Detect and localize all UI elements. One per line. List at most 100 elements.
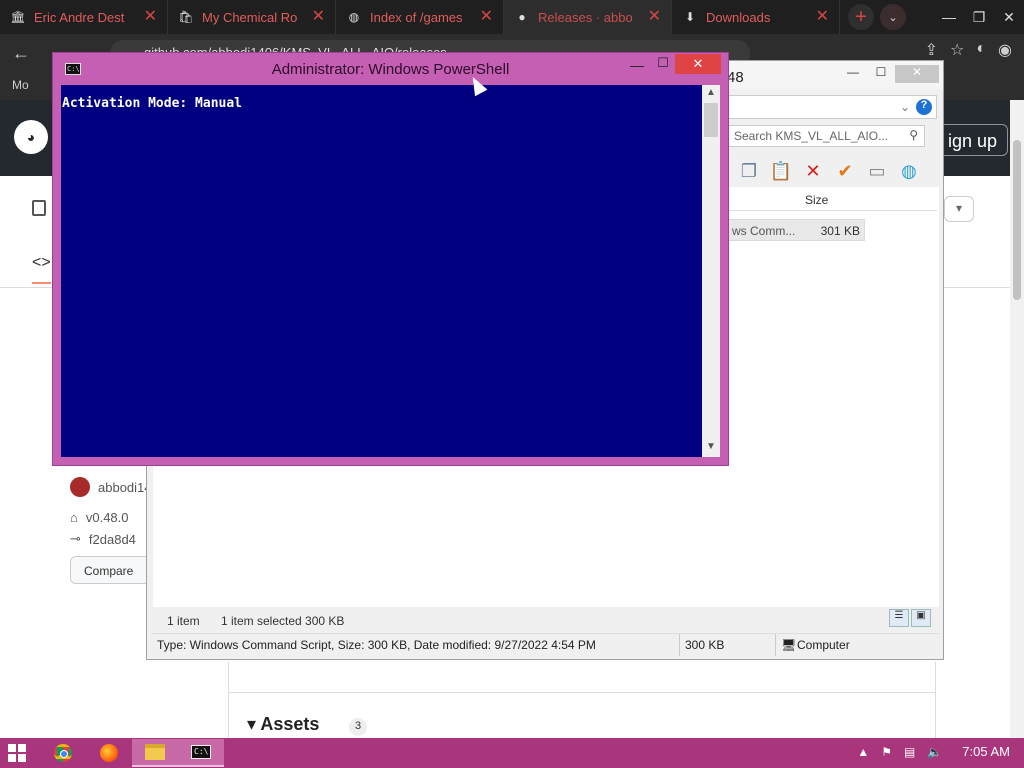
close-tab-icon[interactable]: ✕ — [144, 9, 157, 25]
divider — [775, 634, 776, 656]
tab-title: Releases · abbo — [538, 9, 633, 25]
share-icon[interactable]: ⇪ — [925, 40, 938, 60]
browser-tab-5[interactable]: ⬇ Downloads ✕ — [672, 0, 840, 34]
clock[interactable]: 7:05 AM — [962, 744, 1010, 759]
restore-icon[interactable]: ❐ — [964, 9, 994, 26]
window-controls: ⌄ — ❐ ✕ — [880, 0, 1024, 34]
details-location: Computer — [797, 638, 850, 652]
compare-button[interactable]: Compare — [70, 556, 150, 584]
toolbar-icons: ⇪ ☆ ◐ ◉ — [925, 40, 1012, 60]
close-icon[interactable]: ✕ — [675, 54, 721, 74]
divider — [229, 692, 935, 693]
close-icon[interactable]: ✕ — [994, 9, 1024, 26]
scroll-up-icon[interactable]: ▲ — [702, 87, 720, 101]
powershell-titlebar[interactable]: C:\ Administrator: Windows PowerShell — … — [53, 53, 728, 85]
search-icon[interactable]: ⚲ — [909, 128, 918, 142]
bank-icon: 🏛 — [10, 10, 26, 24]
close-tab-icon[interactable]: ✕ — [648, 9, 661, 25]
search-placeholder: Search KMS_VL_ALL_AIO... — [734, 129, 889, 143]
thumbnail-view-icon[interactable]: ▣ — [911, 609, 931, 627]
browser-tab-2[interactable]: 🛍 My Chemical Ro ✕ — [168, 0, 336, 34]
check-icon[interactable]: ✔ — [833, 159, 857, 183]
properties-icon[interactable]: ▭ — [865, 159, 889, 183]
browser-tab-1[interactable]: 🏛 Eric Andre Dest ✕ — [0, 0, 168, 34]
browser-tab-4[interactable]: ● Releases · abbo ✕ — [504, 0, 672, 34]
chrome-icon — [54, 744, 72, 762]
globe-icon[interactable]: ◍ — [897, 159, 921, 183]
taskbar-file-explorer[interactable] — [132, 739, 178, 767]
taskbar-powershell[interactable]: C:\ — [178, 739, 224, 767]
back-arrow-icon[interactable]: ← — [12, 43, 40, 64]
scroll-down-icon[interactable]: ▼ — [702, 441, 720, 455]
sign-up-button[interactable]: ign up — [936, 124, 1008, 156]
extension-icon[interactable]: ◐ — [976, 40, 986, 60]
commit-icon: ⊸ — [70, 531, 81, 546]
browser-tab-strip: 🏛 Eric Andre Dest ✕ 🛍 My Chemical Ro ✕ ◍… — [0, 0, 1024, 34]
taskbar-firefox[interactable] — [86, 739, 132, 767]
system-tray: ▲ ⚑ ▤ 🔈 7:05 AM — [857, 744, 1010, 759]
profile-icon[interactable]: ◉ — [998, 40, 1012, 60]
release-commit[interactable]: f2da8d4 — [89, 532, 136, 547]
console-scrollbar[interactable]: ▲ ▼ — [702, 85, 720, 457]
windows-start-icon[interactable] — [8, 744, 26, 762]
chevron-down-icon[interactable]: ⌄ — [900, 100, 910, 114]
code-tab-icon[interactable]: <> — [32, 254, 51, 284]
minimize-icon[interactable]: — — [629, 57, 645, 73]
explorer-title: 48 — [727, 69, 744, 86]
explorer-status-bar: 1 item 1 item selected 300 KB ☰ ▣ — [147, 609, 943, 631]
tab-title: Downloads — [706, 9, 771, 25]
network-icon[interactable]: ▤ — [904, 745, 915, 759]
copy-icon[interactable]: ❐ — [737, 159, 761, 183]
close-tab-icon[interactable]: ✕ — [480, 9, 493, 25]
tag-icon: ⌂ — [70, 509, 78, 525]
column-size[interactable]: Size — [805, 193, 828, 207]
assets-label: Assets — [260, 714, 320, 734]
release-meta: abbodi14 ⌂ v0.48.0 ⊸ f2da8d4 — [70, 476, 152, 550]
column-header[interactable]: Size — [727, 187, 937, 211]
minimize-icon[interactable]: — — [839, 65, 867, 83]
star-icon[interactable]: ☆ — [950, 40, 964, 60]
chevron-down-icon[interactable]: ▾ — [944, 196, 974, 222]
delete-icon[interactable]: ✕ — [801, 159, 825, 183]
divider — [679, 634, 680, 656]
github-icon: ● — [518, 10, 526, 24]
shopping-bag-icon: 🛍 — [178, 10, 194, 24]
taskbar-chrome[interactable] — [40, 739, 86, 767]
help-icon[interactable]: ? — [916, 99, 932, 115]
scrollbar-thumb[interactable] — [704, 103, 718, 137]
powershell-icon: C:\ — [191, 745, 211, 759]
chevron-up-icon[interactable]: ▲ — [857, 745, 869, 759]
maximize-icon[interactable]: ☐ — [867, 65, 895, 83]
flag-icon[interactable]: ⚑ — [881, 745, 892, 759]
new-tab-icon[interactable]: + — [848, 4, 874, 30]
release-author[interactable]: abbodi14 — [98, 480, 152, 495]
release-tag[interactable]: v0.48.0 — [86, 510, 129, 525]
selected-summary: 1 item selected 300 KB — [221, 614, 345, 628]
console-output[interactable]: Activation Mode: Manual — [61, 85, 702, 457]
file-details: Type: Windows Command Script, Size: 300 … — [157, 638, 596, 652]
repo-icon — [32, 200, 46, 216]
tab-search-icon[interactable]: ⌄ — [880, 4, 906, 30]
assets-heading[interactable]: ▾ Assets — [247, 714, 319, 735]
minimize-icon[interactable]: — — [934, 9, 964, 25]
file-row[interactable]: ws Comm... 301 KB — [727, 219, 865, 241]
browser-tab-3[interactable]: ◍ Index of /games ✕ — [336, 0, 504, 34]
powershell-window: C:\ Administrator: Windows PowerShell — … — [52, 52, 729, 466]
explorer-search-input[interactable]: Search KMS_VL_ALL_AIO... ⚲ — [727, 125, 925, 147]
paste-icon[interactable]: 📋 — [769, 159, 793, 183]
page-scrollbar[interactable] — [1010, 100, 1024, 740]
maximize-icon[interactable]: ☐ — [655, 55, 671, 71]
volume-icon[interactable]: 🔈 — [927, 745, 942, 759]
explorer-address-bar[interactable]: ⌄ ? — [727, 95, 937, 119]
file-size: 301 KB — [820, 224, 860, 238]
close-icon[interactable]: ✕ — [895, 65, 939, 83]
close-tab-icon[interactable]: ✕ — [816, 9, 829, 25]
close-tab-icon[interactable]: ✕ — [312, 9, 325, 25]
bookmark-item[interactable]: Mo — [12, 78, 29, 92]
explorer-toolbar: ❐ 📋 ✕ ✔ ▭ ◍ — [727, 157, 941, 185]
tab-title: My Chemical Ro — [202, 9, 298, 25]
github-logo-icon[interactable]: ◕ — [14, 120, 48, 154]
details-view-icon[interactable]: ☰ — [889, 609, 909, 627]
scrollbar-thumb[interactable] — [1013, 140, 1021, 300]
file-explorer-icon — [145, 744, 165, 760]
